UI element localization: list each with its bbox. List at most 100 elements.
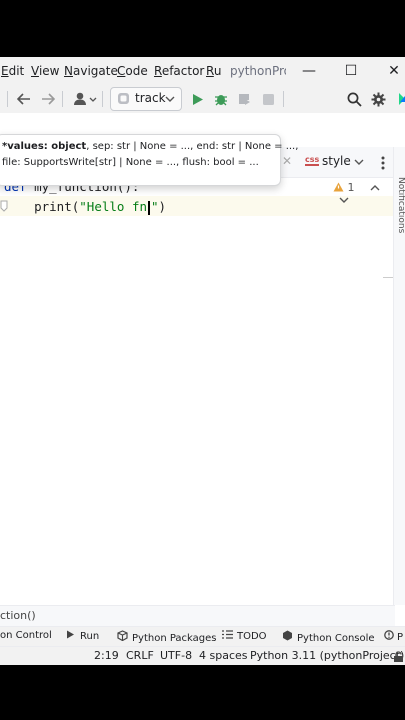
arrow-left-icon (17, 93, 30, 105)
toolbar-separator (102, 91, 103, 107)
more-vertical-icon[interactable] (381, 156, 385, 170)
string-literal-end: " (151, 199, 159, 214)
gear-icon (371, 92, 385, 106)
minimize-button[interactable]: — (298, 60, 320, 82)
ide-window: Edit View Navigate Code Refactor Ru pyth… (0, 57, 405, 665)
tool-label: Python Console (297, 633, 375, 644)
string-literal: "Hello fn (79, 199, 147, 214)
toolbar-separator (7, 91, 8, 107)
settings-button[interactable] (368, 89, 388, 109)
warning-count: 1 (347, 181, 355, 194)
status-bar: 2:19 CRLF UTF-8 4 spaces Python 3.11 (py… (0, 646, 405, 665)
lock-icon[interactable] (393, 651, 404, 662)
python-config-icon (118, 93, 129, 104)
menu-navigate-mnemonic: N (64, 64, 73, 78)
chevron-down-icon (165, 96, 175, 102)
menu-code-label: ode (125, 64, 148, 78)
scroll-marker (383, 277, 393, 278)
current-parameter: *values: object (2, 141, 87, 152)
coverage-icon (239, 94, 250, 105)
menu-run-mnemonic: R (206, 64, 214, 78)
toolbar-separator (283, 91, 284, 107)
line-separator[interactable]: CRLF (126, 649, 154, 662)
print-call: print( (34, 199, 80, 214)
chevron-down-icon[interactable] (339, 197, 349, 204)
chevron-up-icon[interactable] (370, 184, 380, 191)
tool-python-packages[interactable]: Python Packages (117, 630, 217, 644)
project-title: pythonProje (230, 64, 286, 78)
tool-todo[interactable]: TODO (222, 630, 267, 642)
run-icon (193, 93, 203, 105)
menu-edit-mnemonic: E (1, 64, 9, 78)
breadcrumb[interactable]: ction() (0, 605, 395, 626)
debug-button[interactable] (211, 89, 231, 109)
file-encoding[interactable]: UTF-8 (160, 649, 192, 662)
menu-code[interactable]: Code (117, 64, 148, 78)
search-icon (347, 92, 362, 107)
notifications-tool-window[interactable]: Notifications (396, 177, 405, 233)
menu-refactor-label: efactor (161, 64, 205, 78)
menu-view[interactable]: View (31, 64, 59, 78)
run-configuration-select[interactable]: track (110, 87, 182, 111)
close-tab-icon[interactable]: ✕ (282, 154, 292, 168)
menu-refactor-mnemonic: R (154, 64, 162, 78)
tool-python-console[interactable]: Python Console (282, 630, 375, 644)
inspection-widget[interactable]: 1 (333, 181, 395, 207)
parameter-info-popup: *values: object, sep: str | None = ..., … (0, 134, 298, 186)
menu-edit-label: dit (8, 64, 25, 78)
breadcrumb-function[interactable]: ction() (0, 609, 36, 622)
menu-run-label: u (213, 64, 222, 78)
ai-assistant-icon[interactable] (393, 89, 405, 109)
debug-icon (215, 95, 227, 106)
indent-settings[interactable]: 4 spaces (199, 649, 248, 662)
tool-label: P (397, 632, 404, 643)
tab-style[interactable]: style (322, 154, 351, 168)
main-toolbar: track (0, 85, 405, 113)
coverage-button[interactable] (234, 89, 254, 109)
caret-position[interactable]: 2:19 (94, 649, 119, 662)
tool-run[interactable]: Run (66, 630, 99, 642)
close-window-button[interactable]: ✕ (383, 60, 405, 82)
logo-icon (399, 93, 405, 105)
code-editor[interactable]: def my_function(): print("Hello fn ") 1 (0, 178, 395, 605)
close-paren: ) (158, 199, 167, 214)
maximize-button[interactable]: ☐ (340, 60, 362, 82)
css-file-icon: css (305, 155, 320, 166)
search-everywhere-button[interactable] (344, 89, 364, 109)
packages-icon (117, 630, 128, 642)
tool-label: TODO (237, 631, 267, 642)
arrow-right-icon (42, 93, 55, 105)
menu-navigate-label: avigate (72, 64, 118, 78)
python-interpreter[interactable]: Python 3.11 (pythonProject) (250, 649, 404, 662)
stop-button[interactable] (258, 89, 278, 109)
list-icon (222, 630, 233, 639)
tool-label: Python Packages (132, 633, 217, 644)
menu-view-label: iew (38, 64, 60, 78)
run-config-label: track (135, 91, 166, 105)
vcs-user-button[interactable] (72, 89, 98, 109)
toolbar-separator (62, 91, 63, 107)
run-button[interactable] (188, 89, 208, 109)
parameter-info-line-2: file: SupportsWrite[str] | None = ..., f… (2, 157, 259, 168)
problems-icon (384, 630, 394, 640)
menu-run[interactable]: Ru (206, 64, 221, 78)
menu-refactor[interactable]: Refactor (154, 64, 204, 78)
tool-version-control[interactable]: on Control (0, 630, 52, 641)
tool-problems[interactable]: P (384, 630, 403, 643)
text-caret (148, 200, 150, 215)
menu-navigate[interactable]: Navigate (64, 64, 118, 78)
tool-label: Run (80, 631, 100, 642)
parameter-info-line-1: *values: object, sep: str | None = ..., … (2, 141, 298, 152)
python-console-icon (283, 630, 292, 641)
forward-button[interactable] (38, 89, 58, 109)
other-parameters: , sep: str | None = ..., end: str | None… (86, 141, 299, 152)
tool-label: on Control (0, 630, 52, 641)
chevron-down-icon[interactable] (354, 159, 364, 166)
back-button[interactable] (14, 89, 34, 109)
menu-edit[interactable]: Edit (1, 64, 24, 78)
menu-bar: Edit View Navigate Code Refactor Ru pyth… (0, 57, 405, 85)
menu-view-mnemonic: V (31, 64, 39, 78)
warning-icon (333, 182, 344, 192)
user-icon (74, 92, 97, 105)
